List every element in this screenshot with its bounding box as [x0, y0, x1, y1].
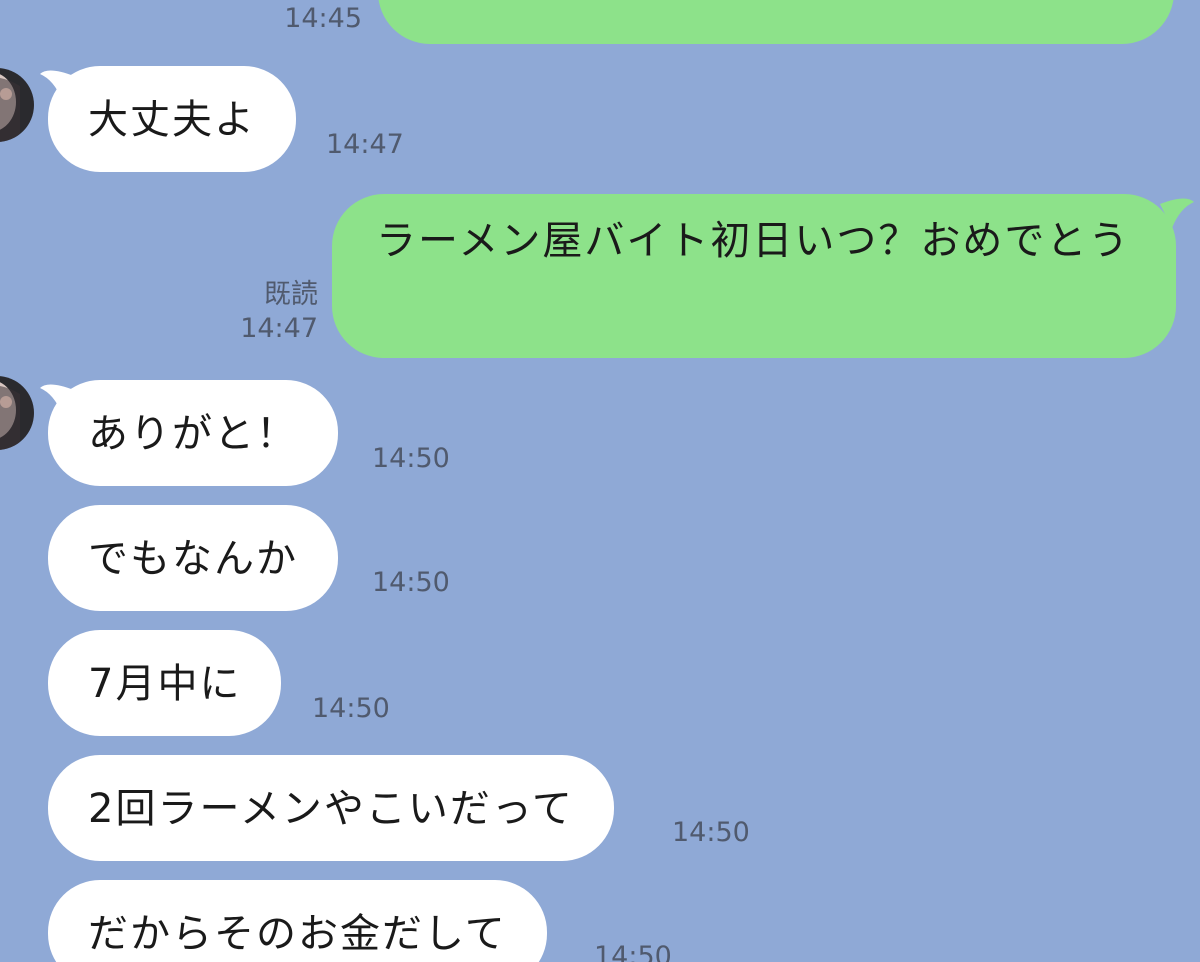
- chat-message-area[interactable]: 14:45 … 大丈夫よ 14:47 既読 14:47 ラーメン屋バイト初日いつ…: [0, 0, 1200, 962]
- bubble-tail-icon: [1160, 198, 1194, 228]
- incoming-message-bubble[interactable]: だからそのお金だして: [48, 880, 547, 962]
- message-text: 7月中に: [88, 661, 242, 707]
- message-text: ラーメン屋バイト初日いつ？おめでとう: [376, 218, 1131, 264]
- message-timestamp: 14:50: [372, 443, 450, 474]
- message-text: でもなんか: [88, 536, 298, 582]
- message-text: 2回ラーメンやこいだって: [88, 786, 574, 832]
- outgoing-message-bubble[interactable]: …: [378, 0, 1174, 44]
- message-text: 大丈夫よ: [88, 97, 256, 143]
- incoming-message-bubble[interactable]: 大丈夫よ: [48, 66, 296, 172]
- read-receipt: 既読: [264, 279, 318, 310]
- message-timestamp: 14:47: [326, 129, 404, 160]
- message-timestamp: 14:47: [240, 313, 318, 344]
- message-text: だからそのお金だして: [88, 911, 507, 957]
- message-text: ありがと！: [88, 411, 298, 457]
- message-timestamp: 14:50: [594, 941, 672, 962]
- message-timestamp: 14:45: [284, 3, 362, 34]
- incoming-message-bubble[interactable]: 2回ラーメンやこいだって: [48, 755, 614, 861]
- incoming-message-bubble[interactable]: ありがと！: [48, 380, 338, 486]
- outgoing-message-bubble[interactable]: ラーメン屋バイト初日いつ？おめでとう: [332, 194, 1176, 358]
- contact-avatar-icon[interactable]: [0, 376, 34, 450]
- message-timestamp: 14:50: [672, 817, 750, 848]
- message-timestamp: 14:50: [372, 567, 450, 598]
- incoming-message-bubble[interactable]: でもなんか: [48, 505, 338, 611]
- incoming-message-bubble[interactable]: 7月中に: [48, 630, 282, 736]
- contact-avatar-icon[interactable]: [0, 68, 34, 142]
- message-timestamp: 14:50: [312, 693, 390, 724]
